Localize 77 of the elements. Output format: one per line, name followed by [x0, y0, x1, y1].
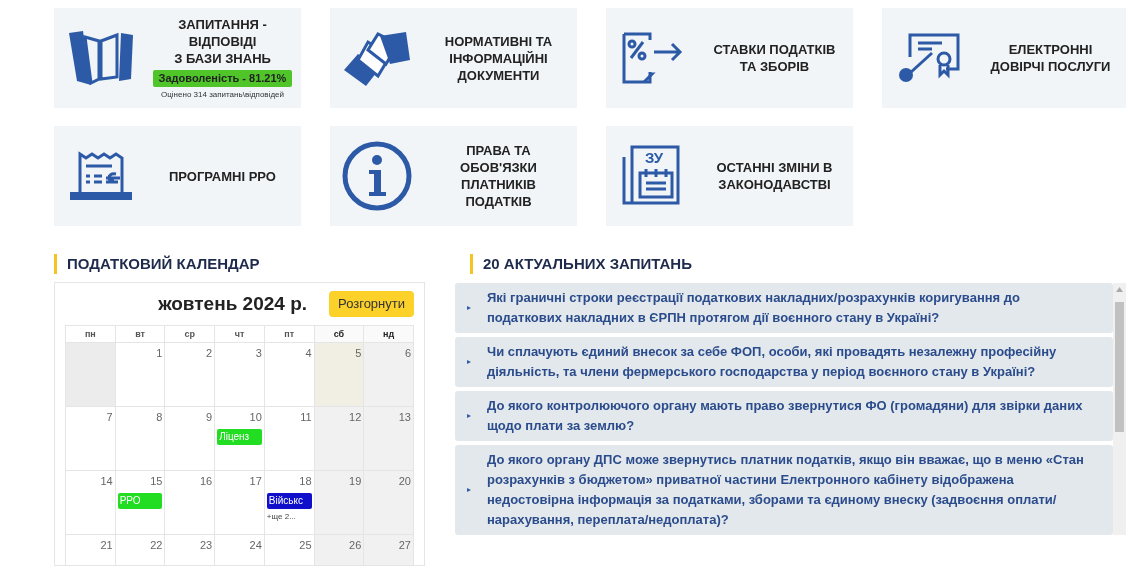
day-number: 27 — [397, 538, 411, 552]
tile-title: ЕЛЕКТРОННІ ДОВІРЧІ ПОСЛУГИ — [990, 41, 1111, 75]
weekday-header: нд — [364, 326, 414, 343]
day-number: 10 — [248, 410, 262, 424]
certificate-key-icon — [898, 33, 960, 83]
tile-link[interactable]: ЗАПИТАННЯ - ВІДПОВІДІ З БАЗИ ЗНАНЬ Задоволеність - 81.21% Оцінено 314 запитань\відповідей — [54, 8, 301, 108]
day-number: 14 — [99, 474, 113, 488]
scrollbar-thumb[interactable] — [1115, 302, 1124, 432]
day-number: 23 — [198, 538, 213, 552]
day-number: 24 — [248, 538, 262, 552]
bullet-icon: ▸ — [467, 302, 471, 314]
day-number: 13 — [397, 410, 411, 424]
section-heading: ПОДАТКОВИЙ КАЛЕНДАР — [67, 253, 260, 274]
day-number: 5 — [354, 346, 362, 360]
tile-title: СТАВКИ ПОДАТКІВ ТА ЗБОРІВ — [713, 41, 836, 75]
tile-link[interactable]: ЗУ ОСТАННІ ЗМІНИ В ЗАКОНОДАВСТВІ — [606, 126, 853, 226]
tile-link[interactable]: ПРАВА ТА ОБОВ'ЯЗКИ ПЛАТНИКІВ ПОДАТКІВ — [330, 126, 577, 226]
tile-title: НОРМАТИВНІ ТА ІНФОРМАЦІЙНІ ДОКУМЕНТИ — [444, 32, 553, 84]
tile-title: ПРАВА ТА ОБОВ'ЯЗКИ ПЛАТНИКІВ ПОДАТКІВ — [460, 142, 537, 210]
day-number: 18 — [298, 474, 312, 488]
day-number: 17 — [248, 474, 262, 488]
weekday-header: вт — [115, 326, 166, 343]
day-number: 15 — [149, 474, 163, 488]
tile-title: ОСТАННІ ЗМІНИ В ЗАКОНОДАВСТВІ — [716, 159, 833, 193]
section-heading: 20 АКТУАЛЬНИХ ЗАПИТАНЬ — [483, 253, 692, 274]
day-number: 16 — [198, 474, 213, 488]
day-number: 9 — [205, 410, 213, 424]
more-events-link[interactable]: +ще 2... — [266, 511, 312, 523]
tile-link[interactable]: ПРОГРАМНІ РРО — [54, 126, 301, 226]
info-icon — [341, 140, 413, 212]
tile-title: ПРОГРАМНІ РРО — [169, 167, 276, 185]
question-item[interactable] — [455, 445, 1113, 535]
day-number: 6 — [403, 346, 411, 360]
question-text: До якого органу ДПС може звернутись платник податків, якщо він вважає, що в меню «Стан розрахунків з бюджетом» приватної частини Електронного кабінету відображена недостовірна інформація за податками, зборами та єдиному внеску (задвоєння оплати/нарахування, переплата/недоплата)? — [487, 451, 1085, 529]
question-item[interactable]: ▸ До якого контролюючого органу мають право звернутися ФО (громадяни) для звірки даних щодо плати за землю? — [455, 391, 1113, 441]
expand-button[interactable]: Розгорнути — [329, 291, 414, 317]
tile-link[interactable]: ЕЛЕКТРОННІ ДОВІРЧІ ПОСЛУГИ — [882, 8, 1126, 108]
tile-link[interactable]: СТАВКИ ПОДАТКІВ ТА ЗБОРІВ — [606, 8, 853, 108]
day-number: 12 — [348, 410, 362, 424]
bullet-icon: ▸ — [467, 484, 471, 496]
tile-link[interactable]: НОРМАТИВНІ ТА ІНФОРМАЦІЙНІ ДОКУМЕНТИ — [330, 8, 577, 108]
calendar-event[interactable]: Військс — [266, 493, 312, 509]
day-number: 3 — [254, 346, 262, 360]
day-number: 25 — [298, 538, 312, 552]
question-text: Чи сплачують єдиний внесок за себе ФОП, особи, які провадять незалежну професійну діяльність, та члени фермерського господарства у період воєнного стану в Україні? — [487, 343, 1058, 381]
bullet-icon: ▸ — [467, 356, 471, 368]
receipt-icon — [68, 150, 134, 202]
day-number: 8 — [155, 410, 163, 424]
question-text: Які граничні строки реєстрації податкових накладних/розрахунків коригування до податкових накладних в ЄРПН протягом дії воєнного стану в Україні? — [487, 289, 1021, 327]
weekday-header: ср — [165, 326, 216, 343]
day-number: 21 — [99, 538, 113, 552]
calendar-month: жовтень 2024 р. — [158, 291, 308, 316]
weekday-header: пт — [264, 326, 315, 343]
question-text: До якого контролюючого органу мають право звернутися ФО (громадяни) для звірки даних щодо плати за землю? — [487, 397, 1084, 435]
satisfaction-badge: Задоволеність - 81.21% — [152, 69, 293, 87]
day-number: 11 — [299, 410, 312, 424]
documents-icon — [344, 30, 410, 86]
question-item[interactable]: ▸ Які граничні строки реєстрації податкових накладних/розрахунків коригування до податкових накладних в ЄРПН протягом дії воєнного стану в Україні? — [455, 283, 1113, 333]
bullet-icon: ▸ — [467, 410, 471, 422]
day-number: 22 — [149, 538, 163, 552]
day-number: 4 — [304, 346, 312, 360]
day-number: 1 — [155, 346, 163, 360]
book-icon — [67, 29, 135, 87]
weekday-header: сб — [314, 326, 365, 343]
weekday-header: пн — [66, 326, 116, 343]
weekday-header: чт — [215, 326, 265, 343]
rating-note: Оцінено 314 запитань\відповідей — [161, 88, 284, 101]
day-number: 7 — [105, 410, 113, 424]
question-item[interactable]: ▸ Чи сплачують єдиний внесок за себе ФОП, особи, які провадять незалежну професійну діяльність, та члени фермерського господарства у період воєнного стану в Україні? — [455, 337, 1113, 387]
day-number: 2 — [205, 346, 213, 360]
day-number: 26 — [348, 538, 362, 552]
scrollbar[interactable] — [1113, 283, 1126, 535]
day-number: 20 — [397, 474, 411, 488]
percent-document-icon — [622, 32, 684, 84]
tile-title: ЗАПИТАННЯ - ВІДПОВІДІ З БАЗИ ЗНАНЬ — [174, 15, 271, 67]
scroll-up-icon[interactable] — [1116, 287, 1123, 292]
day-number: 19 — [348, 474, 362, 488]
